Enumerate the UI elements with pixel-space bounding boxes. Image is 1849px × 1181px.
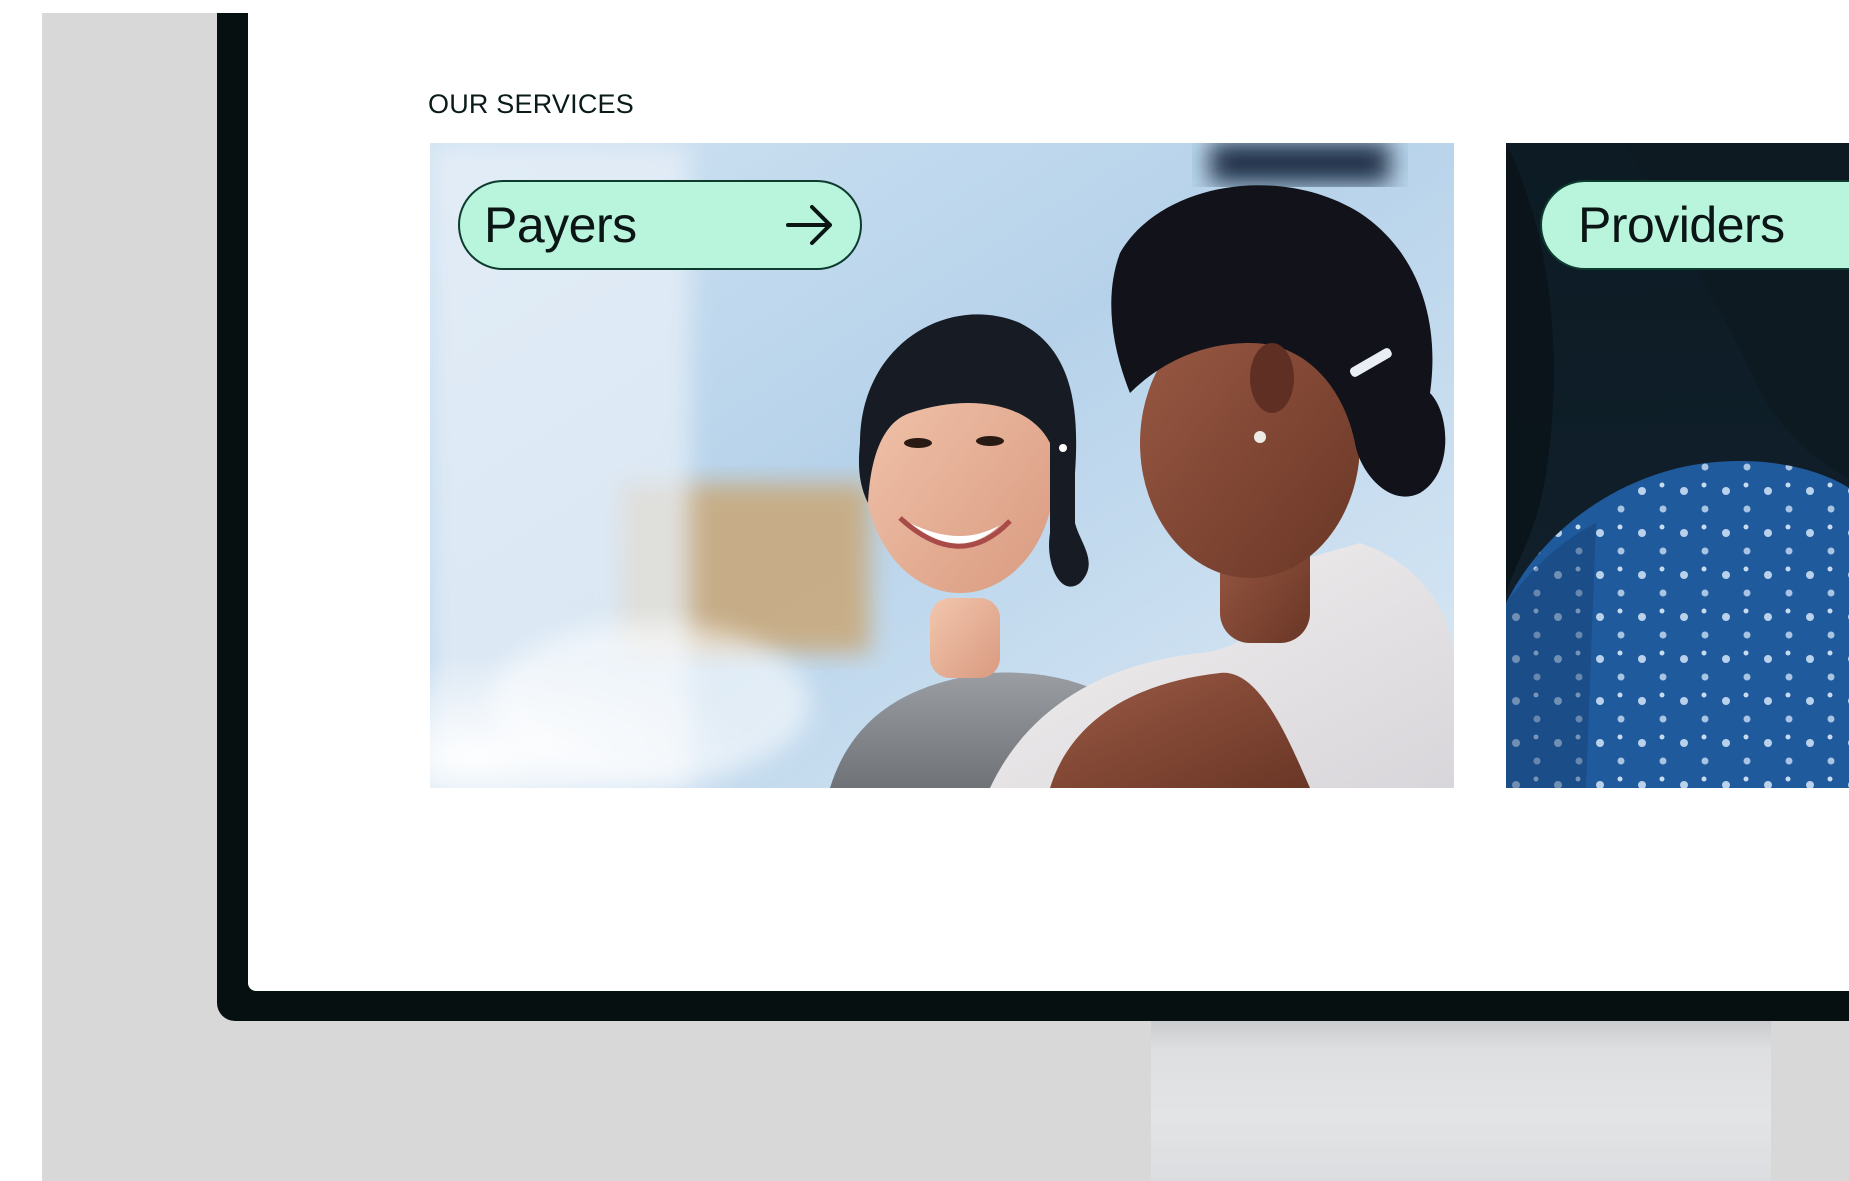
providers-button[interactable]: Providers (1540, 180, 1849, 270)
arrow-right-icon (786, 205, 832, 245)
section-heading: OUR SERVICES (428, 89, 634, 119)
providers-label: Providers (1578, 197, 1785, 253)
providers-card[interactable]: Providers (1506, 143, 1849, 788)
payers-card[interactable]: Payers (430, 143, 1454, 788)
payers-button[interactable]: Payers (458, 180, 862, 270)
payers-label: Payers (484, 197, 637, 253)
marketing-mockup: OUR SERVICES Payers Providers (0, 0, 1849, 1181)
monitor-stand (1151, 1020, 1771, 1181)
monitor-screen: OUR SERVICES Payers Providers (248, 13, 1849, 991)
